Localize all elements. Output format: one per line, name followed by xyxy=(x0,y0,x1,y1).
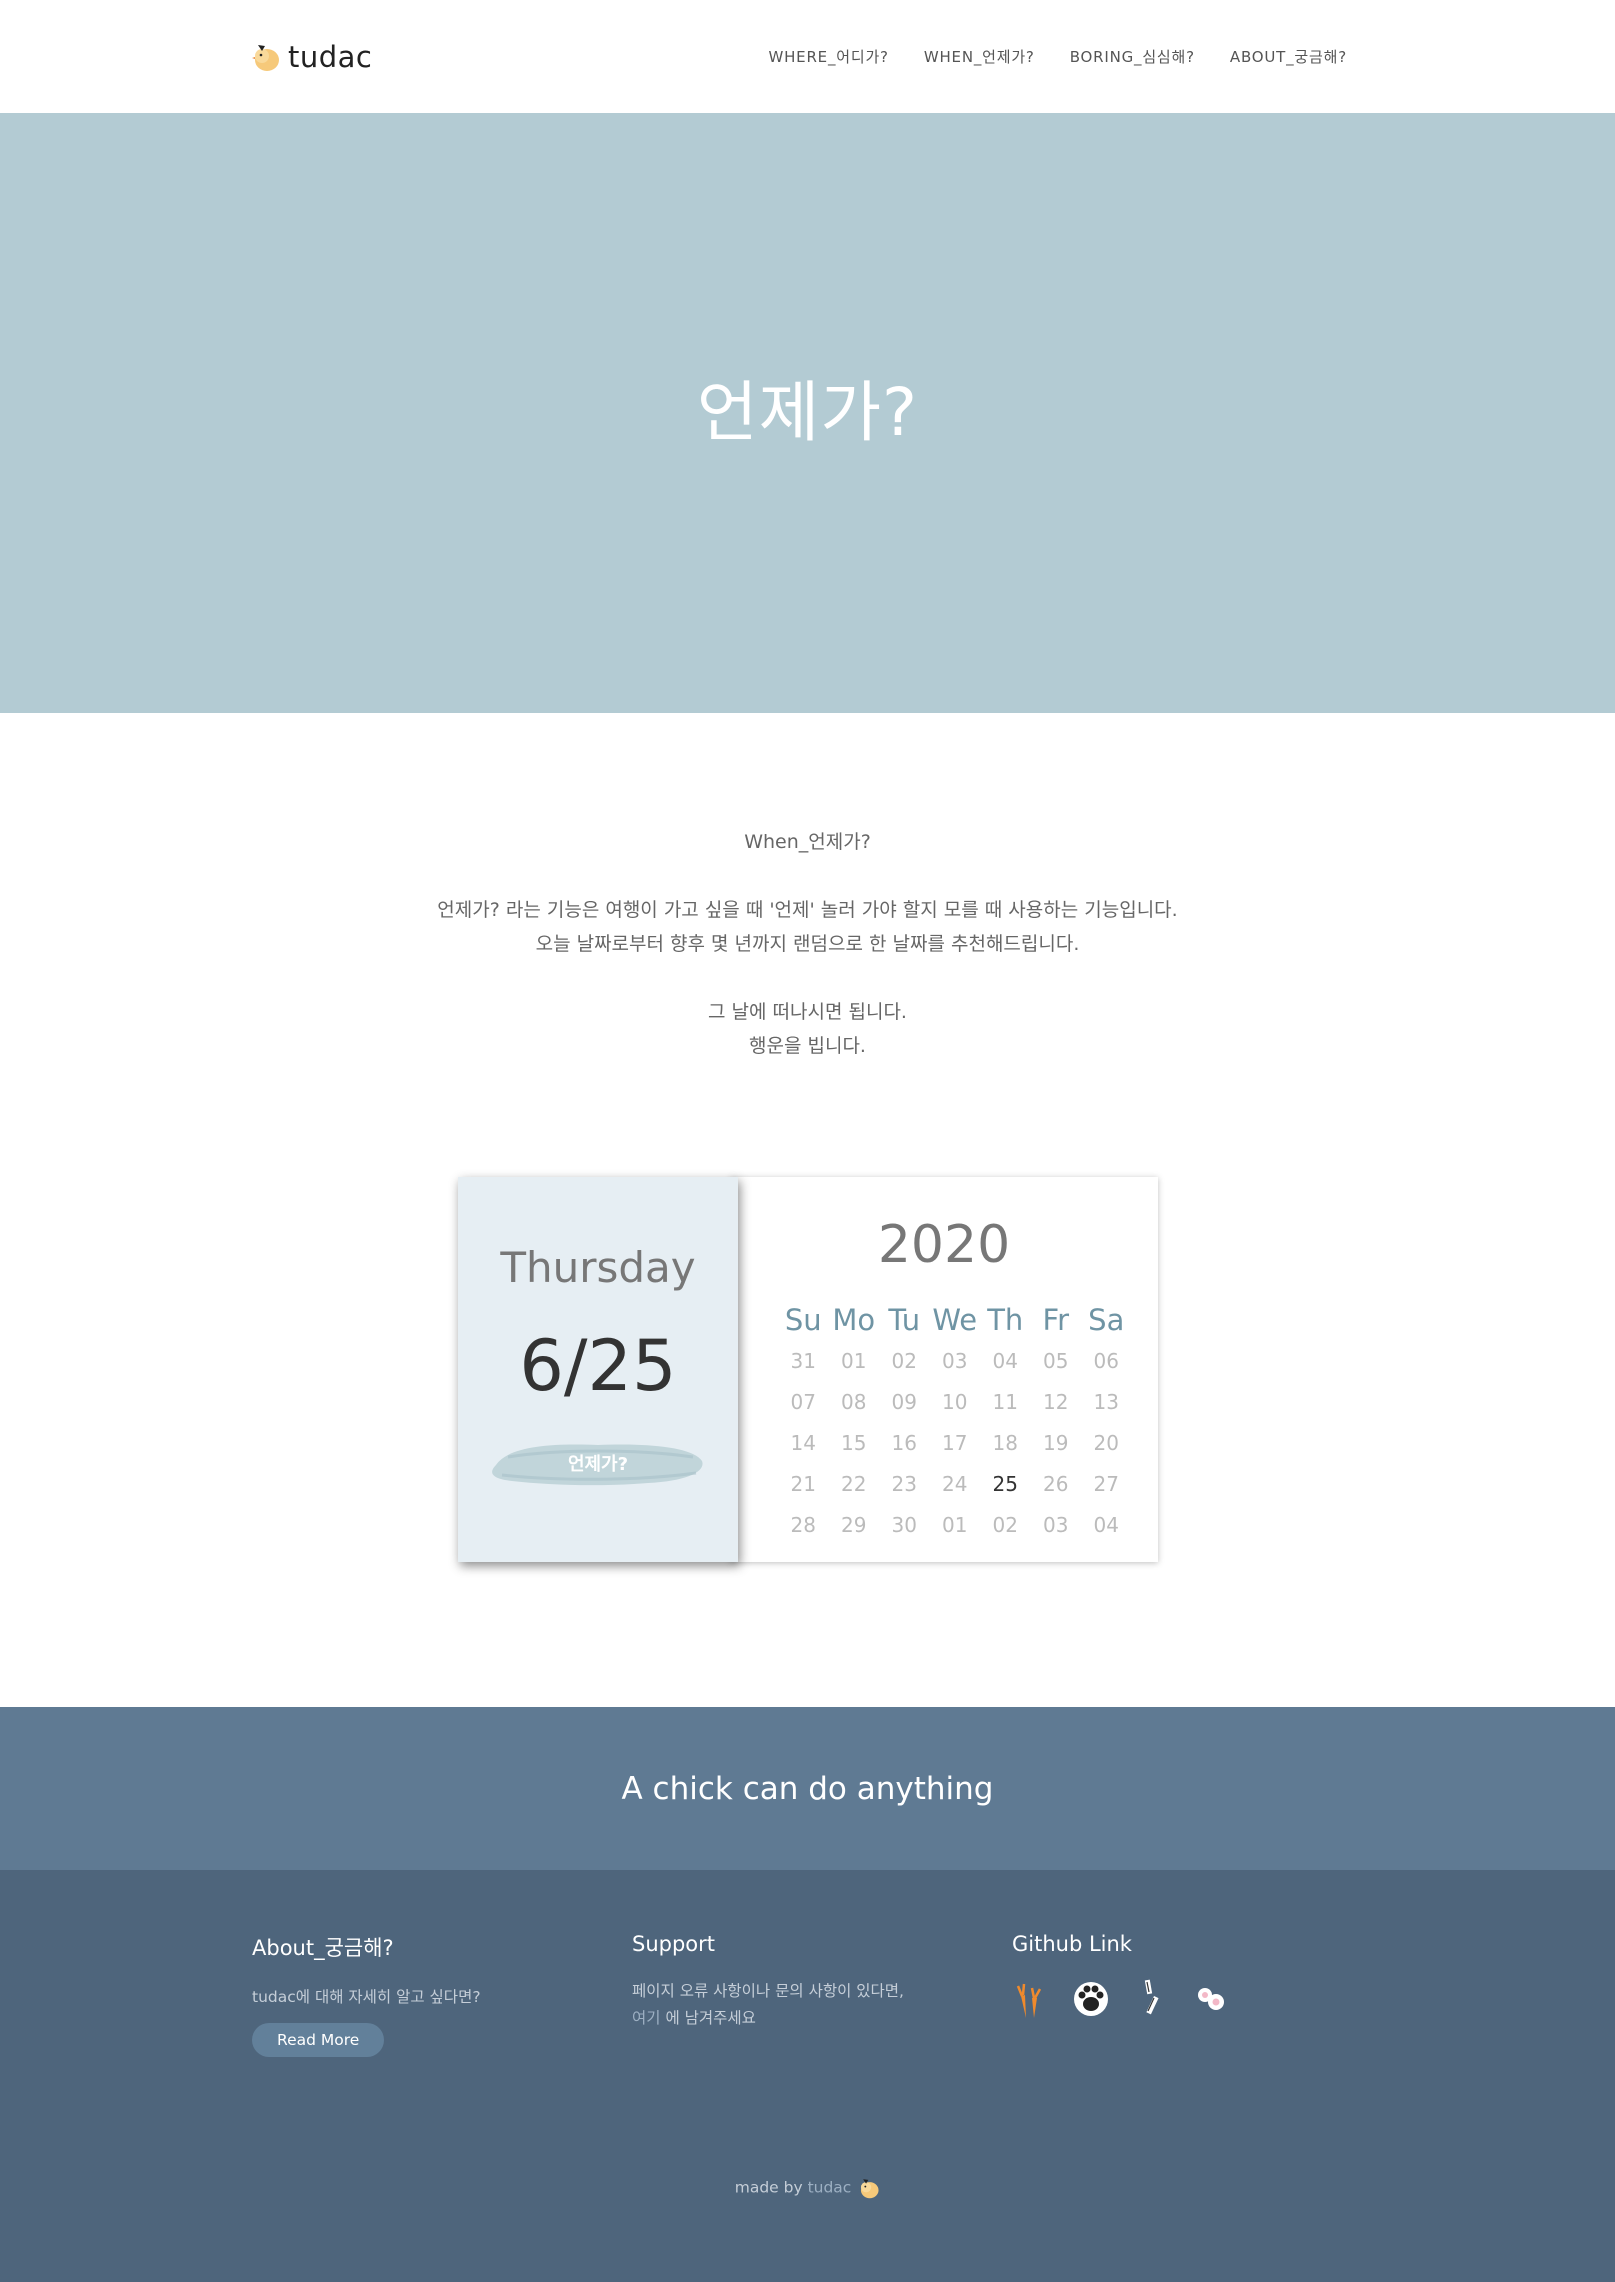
made-by-prefix: made by xyxy=(734,2178,808,2197)
footer-github-title: Github Link xyxy=(1012,1932,1132,1956)
calendar-day: 21 xyxy=(790,1471,816,1496)
footer-about-text: tudac에 대해 자세히 알고 싶다면? xyxy=(252,1988,481,2006)
nav-where[interactable]: WHERE_어디가? xyxy=(768,46,888,67)
footer-support-line-1: 페이지 오류 사항이나 문의 사항이 있다면, xyxy=(632,1982,904,2000)
day-header: Tu xyxy=(888,1302,921,1337)
calendar-day: 24 xyxy=(942,1471,968,1496)
nav-when[interactable]: WHEN_언제가? xyxy=(924,46,1035,67)
calendar-day: 11 xyxy=(992,1389,1018,1414)
paw-icon[interactable] xyxy=(1072,1978,1110,2020)
calendar-day: 30 xyxy=(891,1512,917,1537)
date-picker-widget: Thursday 6/25 언제가? 2020 Su Mo Tu We Th F… xyxy=(458,1177,1158,1562)
made-by-link[interactable]: tudac xyxy=(808,2179,852,2197)
calendar-week: 21 22 23 24 25 26 27 xyxy=(778,1463,1132,1504)
calendar-day: 02 xyxy=(891,1348,917,1373)
intro-heading: When_언제가? xyxy=(744,831,871,853)
calendar-day: 20 xyxy=(1093,1430,1119,1455)
selected-date-card: Thursday 6/25 언제가? xyxy=(458,1177,738,1562)
github-links xyxy=(1012,1978,1230,2020)
intro-line-1: 언제가? 라는 기능은 여행이 가고 싶을 때 '언제' 놀러 가야 할지 모를… xyxy=(437,899,1178,921)
calendar-day: 03 xyxy=(942,1348,968,1373)
calendar-week: 31 01 02 03 04 05 06 xyxy=(778,1340,1132,1381)
hero-title: 언제가? xyxy=(696,374,919,451)
calendar-week: 28 29 30 01 02 03 04 xyxy=(778,1504,1132,1545)
day-header: Fr xyxy=(1042,1302,1070,1337)
footer-about-title: About_궁금해? xyxy=(252,1936,394,1960)
made-by: made by tudac xyxy=(0,2177,1615,2199)
calendar-day: 14 xyxy=(790,1430,816,1455)
calendar-day: 15 xyxy=(841,1430,867,1455)
random-date-button-label: 언제가? xyxy=(567,1454,629,1475)
tagline-text: A chick can do anything xyxy=(621,1770,994,1807)
calendar-day: 23 xyxy=(891,1471,917,1496)
calendar-day: 09 xyxy=(891,1389,917,1414)
calendar-week: 07 08 09 10 11 12 13 xyxy=(778,1381,1132,1422)
day-header: Sa xyxy=(1088,1302,1125,1337)
calendar-day: 01 xyxy=(942,1512,968,1537)
calendar-day: 31 xyxy=(790,1348,816,1373)
calendar-day: 18 xyxy=(992,1430,1018,1455)
calendar-day: 03 xyxy=(1043,1512,1069,1537)
site-footer: About_궁금해? tudac에 대해 자세히 알고 싶다면? Read Mo… xyxy=(0,1870,1615,2282)
footer-about: About_궁금해? tudac에 대해 자세히 알고 싶다면? Read Mo… xyxy=(252,1932,481,2057)
calendar-day: 04 xyxy=(1093,1512,1119,1537)
calendar-day: 04 xyxy=(992,1348,1018,1373)
pencil-icon[interactable] xyxy=(1132,1978,1170,2020)
calendar-day: 19 xyxy=(1043,1430,1069,1455)
nav-boring[interactable]: BORING_심심해? xyxy=(1070,46,1195,67)
intro-line-2: 오늘 날짜로부터 향후 몇 년까지 랜덤으로 한 날짜를 추천해드립니다. xyxy=(535,933,1080,955)
calendar-day: 27 xyxy=(1093,1471,1119,1496)
calendar-day-selected: 25 xyxy=(992,1471,1018,1496)
footer-support-title: Support xyxy=(632,1932,716,1956)
calendar-day: 16 xyxy=(891,1430,917,1455)
footer-github: Github Link xyxy=(1012,1932,1230,2020)
calendar-day: 10 xyxy=(942,1389,968,1414)
selected-date: 6/25 xyxy=(519,1325,677,1407)
day-header: Th xyxy=(987,1302,1024,1337)
carrot-icon[interactable] xyxy=(1012,1978,1050,2020)
calendar-day: 22 xyxy=(841,1471,867,1496)
calendar-grid: Su Mo Tu We Th Fr Sa 31 01 02 03 04 05 0… xyxy=(778,1299,1132,1545)
calendar-week: 14 15 16 17 18 19 20 xyxy=(778,1422,1132,1463)
chick-logo-icon xyxy=(252,42,280,72)
random-date-button[interactable]: 언제가? xyxy=(488,1435,708,1491)
selected-weekday: Thursday xyxy=(500,1243,696,1292)
calendar-year: 2020 xyxy=(877,1215,1011,1275)
calendar-day: 01 xyxy=(841,1348,867,1373)
calendar-day: 02 xyxy=(992,1512,1018,1537)
intro-line-4: 행운을 빕니다. xyxy=(749,1035,866,1057)
nav-about[interactable]: ABOUT_궁금해? xyxy=(1230,46,1347,67)
main-nav: WHERE_어디가? WHEN_언제가? BORING_심심해? ABOUT_궁… xyxy=(768,46,1347,67)
calendar-day-headers: Su Mo Tu We Th Fr Sa xyxy=(778,1299,1132,1340)
day-header: We xyxy=(932,1302,978,1337)
support-link-suffix: 에 남겨주세요 xyxy=(660,2009,756,2027)
brand-name: tudac xyxy=(288,40,373,74)
brand-logo[interactable]: tudac xyxy=(252,40,372,74)
calendar-day: 17 xyxy=(942,1430,968,1455)
calendar-day: 29 xyxy=(841,1512,867,1537)
calendar-day: 13 xyxy=(1093,1389,1119,1414)
calendar-day: 12 xyxy=(1043,1389,1069,1414)
calendar-day: 07 xyxy=(790,1389,816,1414)
tagline-banner: A chick can do anything xyxy=(0,1707,1615,1870)
flower-icon[interactable] xyxy=(1192,1978,1230,2020)
calendar-day: 06 xyxy=(1093,1348,1119,1373)
intro-line-3: 그 날에 떠나시면 됩니다. xyxy=(708,1001,907,1023)
intro-section: When_언제가? 언제가? 라는 기능은 여행이 가고 싶을 때 '언제' 놀… xyxy=(0,825,1615,1063)
day-header: Mo xyxy=(832,1302,876,1337)
calendar-day: 08 xyxy=(841,1389,867,1414)
read-more-button[interactable]: Read More xyxy=(252,2023,385,2057)
hero-banner: 언제가? xyxy=(0,113,1615,713)
calendar-day: 26 xyxy=(1043,1471,1069,1496)
day-header: Su xyxy=(784,1302,822,1337)
chick-small-icon xyxy=(858,2177,880,2199)
footer-support-line-2: 여기 에 남겨주세요 xyxy=(632,2005,904,2032)
support-link[interactable]: 여기 xyxy=(632,2009,661,2027)
footer-support: Support 페이지 오류 사항이나 문의 사항이 있다면, 여기 에 남겨주… xyxy=(632,1932,904,2032)
calendar-day: 28 xyxy=(790,1512,816,1537)
calendar-day: 05 xyxy=(1043,1348,1069,1373)
site-header: tudac WHERE_어디가? WHEN_언제가? BORING_심심해? A… xyxy=(0,0,1615,113)
